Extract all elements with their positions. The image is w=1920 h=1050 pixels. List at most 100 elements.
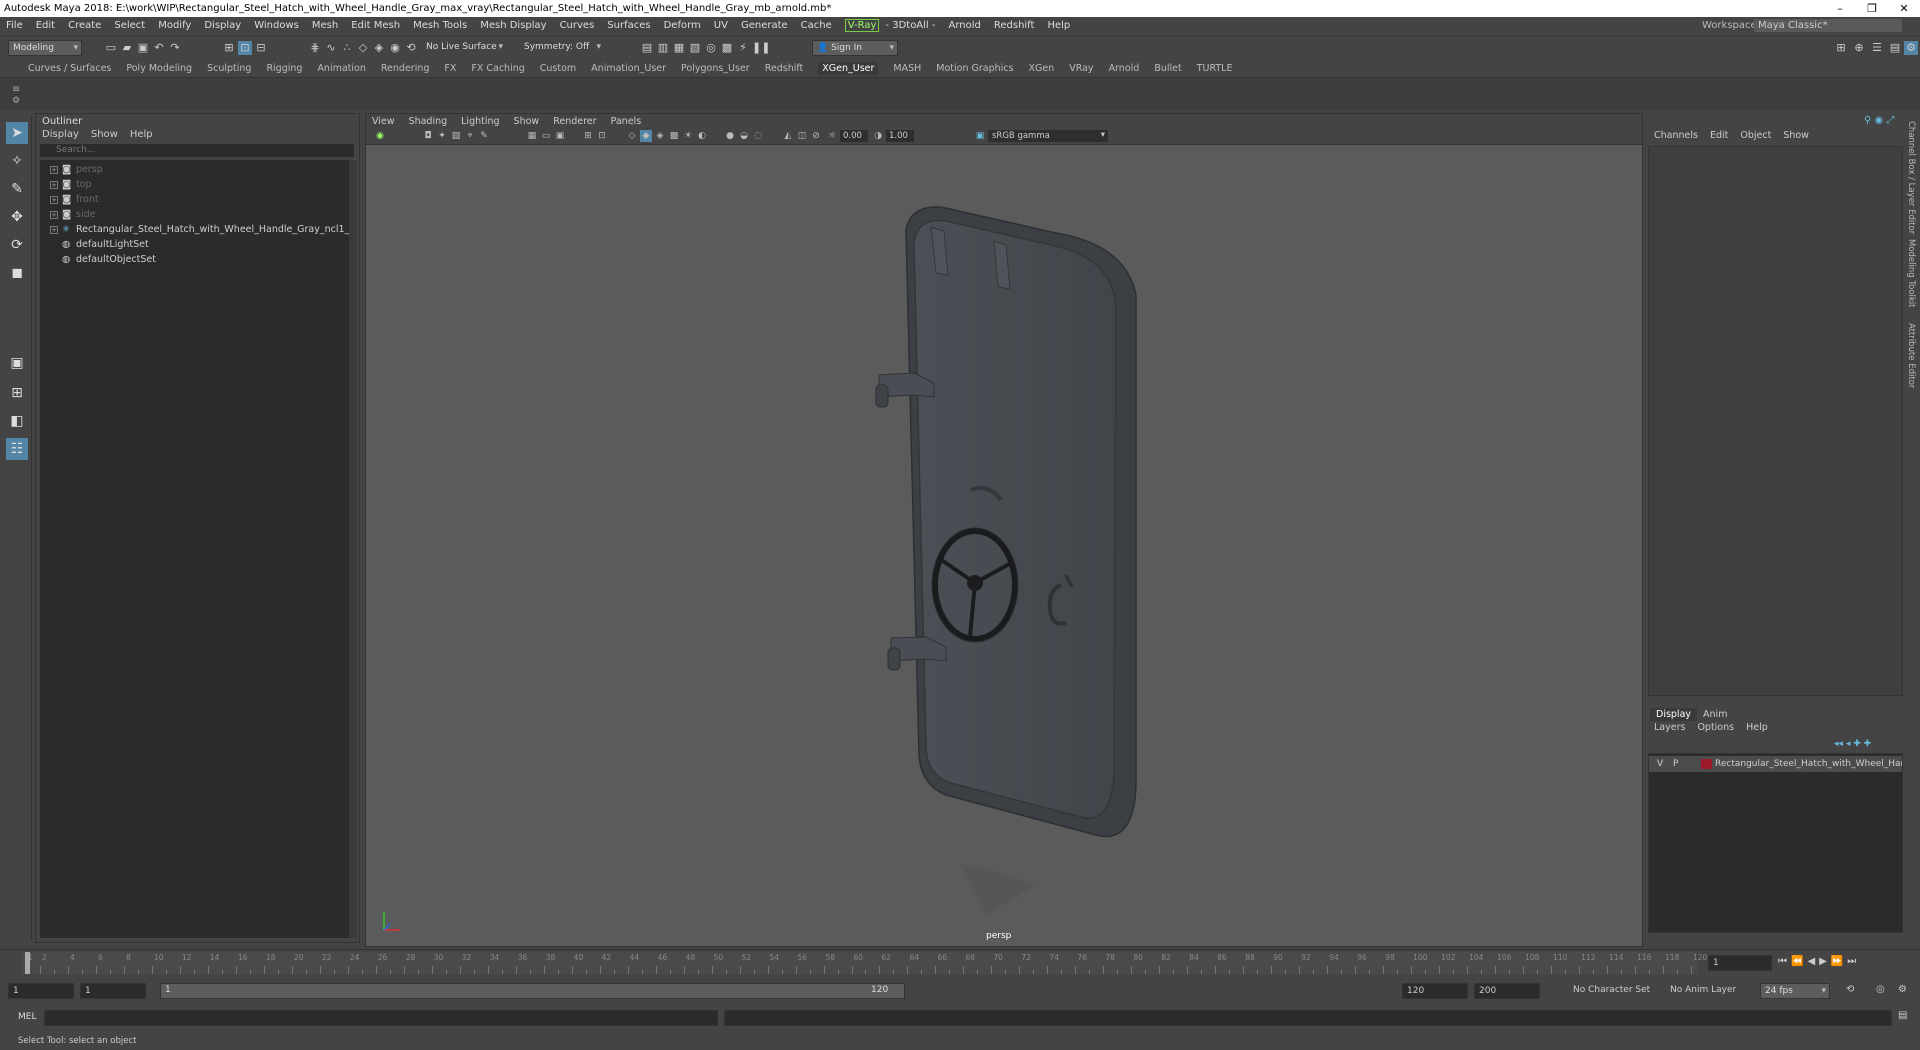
snap-vertex-icon[interactable]: ◉ [388,41,402,55]
side-tab-attribute-editor[interactable]: Attribute Editor [1906,323,1916,388]
single-perspective-view-icon[interactable]: ▣ [6,352,28,374]
menu-select[interactable]: Select [114,20,145,31]
outliner-item-front[interactable]: + ◙ front [40,192,99,207]
menu-mesh[interactable]: Mesh [312,20,338,31]
rotate-tool-icon[interactable]: ⟳ [6,234,28,256]
toggle-attribute-editor-icon[interactable]: ⊕ [1852,41,1866,55]
hypershade-icon[interactable]: ◎ [704,41,718,55]
auto-key-icon[interactable]: ◎ [1876,984,1885,995]
close-icon[interactable]: ✕ [1888,0,1920,17]
isolate-select-icon[interactable]: ◭ [782,130,794,142]
scale-tool-icon[interactable]: ◼ [6,262,28,284]
menu-vray[interactable]: V-Ray [844,19,880,32]
menu-edit-mesh[interactable]: Edit Mesh [351,20,400,31]
anim-layer-dropdown[interactable]: No Anim Layer [1670,985,1736,995]
viewport-menu-renderer[interactable]: Renderer [553,116,596,127]
select-component-icon[interactable]: ⊟ [254,41,268,55]
outliner-item-top[interactable]: + ◙ top [40,177,92,192]
live-surface-field[interactable]: No Live Surface [422,40,506,56]
menu-modify[interactable]: Modify [158,20,191,31]
camera-attributes-icon[interactable]: ◘ [422,130,434,142]
outliner-item-default-object-set[interactable]: ◍ defaultObjectSet [40,252,156,267]
side-tab-channel-box[interactable]: Channel Box / Layer Editor [1906,121,1916,234]
outliner-item-hatch-group[interactable]: + ✳ Rectangular_Steel_Hatch_with_Wheel_Han… [40,222,355,237]
textured-icon[interactable]: ▩ [668,130,680,142]
playback-start-field[interactable]: 1 [80,983,146,999]
2d-pan-zoom-icon[interactable]: ⌖ [464,130,476,142]
shelf-tab-polygons-user[interactable]: Polygons_User [681,63,750,74]
restore-icon[interactable]: ❐ [1856,0,1888,17]
shelf-tab-sculpting[interactable]: Sculpting [207,63,251,74]
safe-action-icon[interactable]: ⊡ [596,130,608,142]
redo-icon[interactable]: ↷ [168,41,182,55]
undo-icon[interactable]: ↶ [152,41,166,55]
viewport-menu-show[interactable]: Show [514,116,540,127]
shelf-tab-curves-surfaces[interactable]: Curves / Surfaces [28,63,111,74]
menu-file[interactable]: File [6,20,23,31]
command-input[interactable] [44,1010,718,1026]
shelf-tab-animation[interactable]: Animation [317,63,365,74]
menu-cache[interactable]: Cache [801,20,832,31]
viewport-menu-panels[interactable]: Panels [611,116,642,127]
ambient-occlusion-icon[interactable]: ● [724,130,736,142]
panel-layout-icon[interactable]: ⊞ [1834,41,1848,55]
motion-blur-icon[interactable]: ◒ [738,130,750,142]
resolution-gate-icon[interactable]: ▣ [554,130,566,142]
shelf-settings-icon[interactable]: ⚙ [12,96,20,106]
gamma-icon[interactable]: ◑ [872,130,884,142]
layer-visibility-toggle[interactable]: V [1657,756,1663,772]
toggle-channel-box-icon[interactable]: ▤ [1888,41,1902,55]
new-scene-icon[interactable]: ▭ [104,41,118,55]
channel-box-icons[interactable]: ⚲ ◉ ⤢ [1864,115,1894,126]
side-tab-modeling-toolkit[interactable]: Modeling Toolkit [1906,239,1916,308]
menu-create[interactable]: Create [68,20,101,31]
shelf-tab-xgen-user[interactable]: XGen_User [818,62,879,75]
anim-prefs-icon[interactable]: ⚙ [1898,984,1907,995]
move-tool-icon[interactable]: ✥ [6,206,28,228]
layer-name[interactable]: Rectangular_Steel_Hatch_with_Wheel_Handl… [1715,756,1902,772]
shelf-tab-vray[interactable]: VRay [1069,63,1093,74]
outliner-item-side[interactable]: + ◙ side [40,207,95,222]
select-hierarchy-icon[interactable]: ⊞ [222,41,236,55]
save-scene-icon[interactable]: ▣ [136,41,150,55]
layer-menu-help[interactable]: Help [1746,722,1768,733]
shelf-tab-turtle[interactable]: TURTLE [1197,63,1233,74]
expand-icon[interactable]: + [50,166,58,174]
wireframe-icon[interactable]: ◇ [626,130,638,142]
four-view-icon[interactable]: ⊞ [6,382,28,404]
shelf-tab-motion-graphics[interactable]: Motion Graphics [936,63,1013,74]
toggle-tool-settings-icon[interactable]: ☰ [1870,41,1884,55]
shelf-tab-fx-caching[interactable]: FX Caching [471,63,524,74]
menu-surfaces[interactable]: Surfaces [607,20,650,31]
color-management-icon[interactable]: ▣ [974,130,986,142]
persp-outliner-layout-icon[interactable]: ◧ [6,410,28,432]
shelf-tab-rigging[interactable]: Rigging [266,63,302,74]
layer-playback-toggle[interactable]: P [1673,756,1678,772]
menu-arnold[interactable]: Arnold [949,20,981,31]
range-slider[interactable]: 1 120 [160,983,905,999]
select-camera-icon[interactable]: ◉ [374,130,386,142]
render-settings-icon[interactable]: ▧ [688,41,702,55]
use-all-lights-icon[interactable]: ☀ [682,130,694,142]
menu-help[interactable]: Help [1047,20,1070,31]
current-time-marker[interactable] [25,952,30,974]
paint-select-tool-icon[interactable]: ✎ [6,178,28,200]
menu-generate[interactable]: Generate [741,20,788,31]
menu-edit[interactable]: Edit [36,20,55,31]
fps-dropdown[interactable]: 24 fps [1760,983,1830,999]
viewport-menu-shading[interactable]: Shading [409,116,448,127]
menu-display[interactable]: Display [204,20,241,31]
outliner-item-default-light-set[interactable]: ◍ defaultLightSet [40,237,149,252]
layer-color-swatch[interactable] [1701,759,1712,769]
snap-grid-icon[interactable]: ⋕ [308,41,322,55]
mel-label[interactable]: MEL [18,1012,36,1022]
menu-mesh-display[interactable]: Mesh Display [480,20,546,31]
render-sequence-icon[interactable]: ▥ [656,41,670,55]
channels-menu-show[interactable]: Show [1783,130,1809,141]
animation-end-field[interactable]: 200 [1474,983,1540,999]
time-slider[interactable]: 1 2 4 6 8 10 12 14 16 18 20 22 24 26 28 30 32 34 36 38 40 42 4… [0,949,1920,977]
menu-3dtoall[interactable]: - 3DtoAll - [885,20,935,31]
ipr-render-icon[interactable]: ▦ [672,41,686,55]
viewport-menu-lighting[interactable]: Lighting [461,116,499,127]
exposure-field[interactable]: 0.00 [840,130,868,142]
